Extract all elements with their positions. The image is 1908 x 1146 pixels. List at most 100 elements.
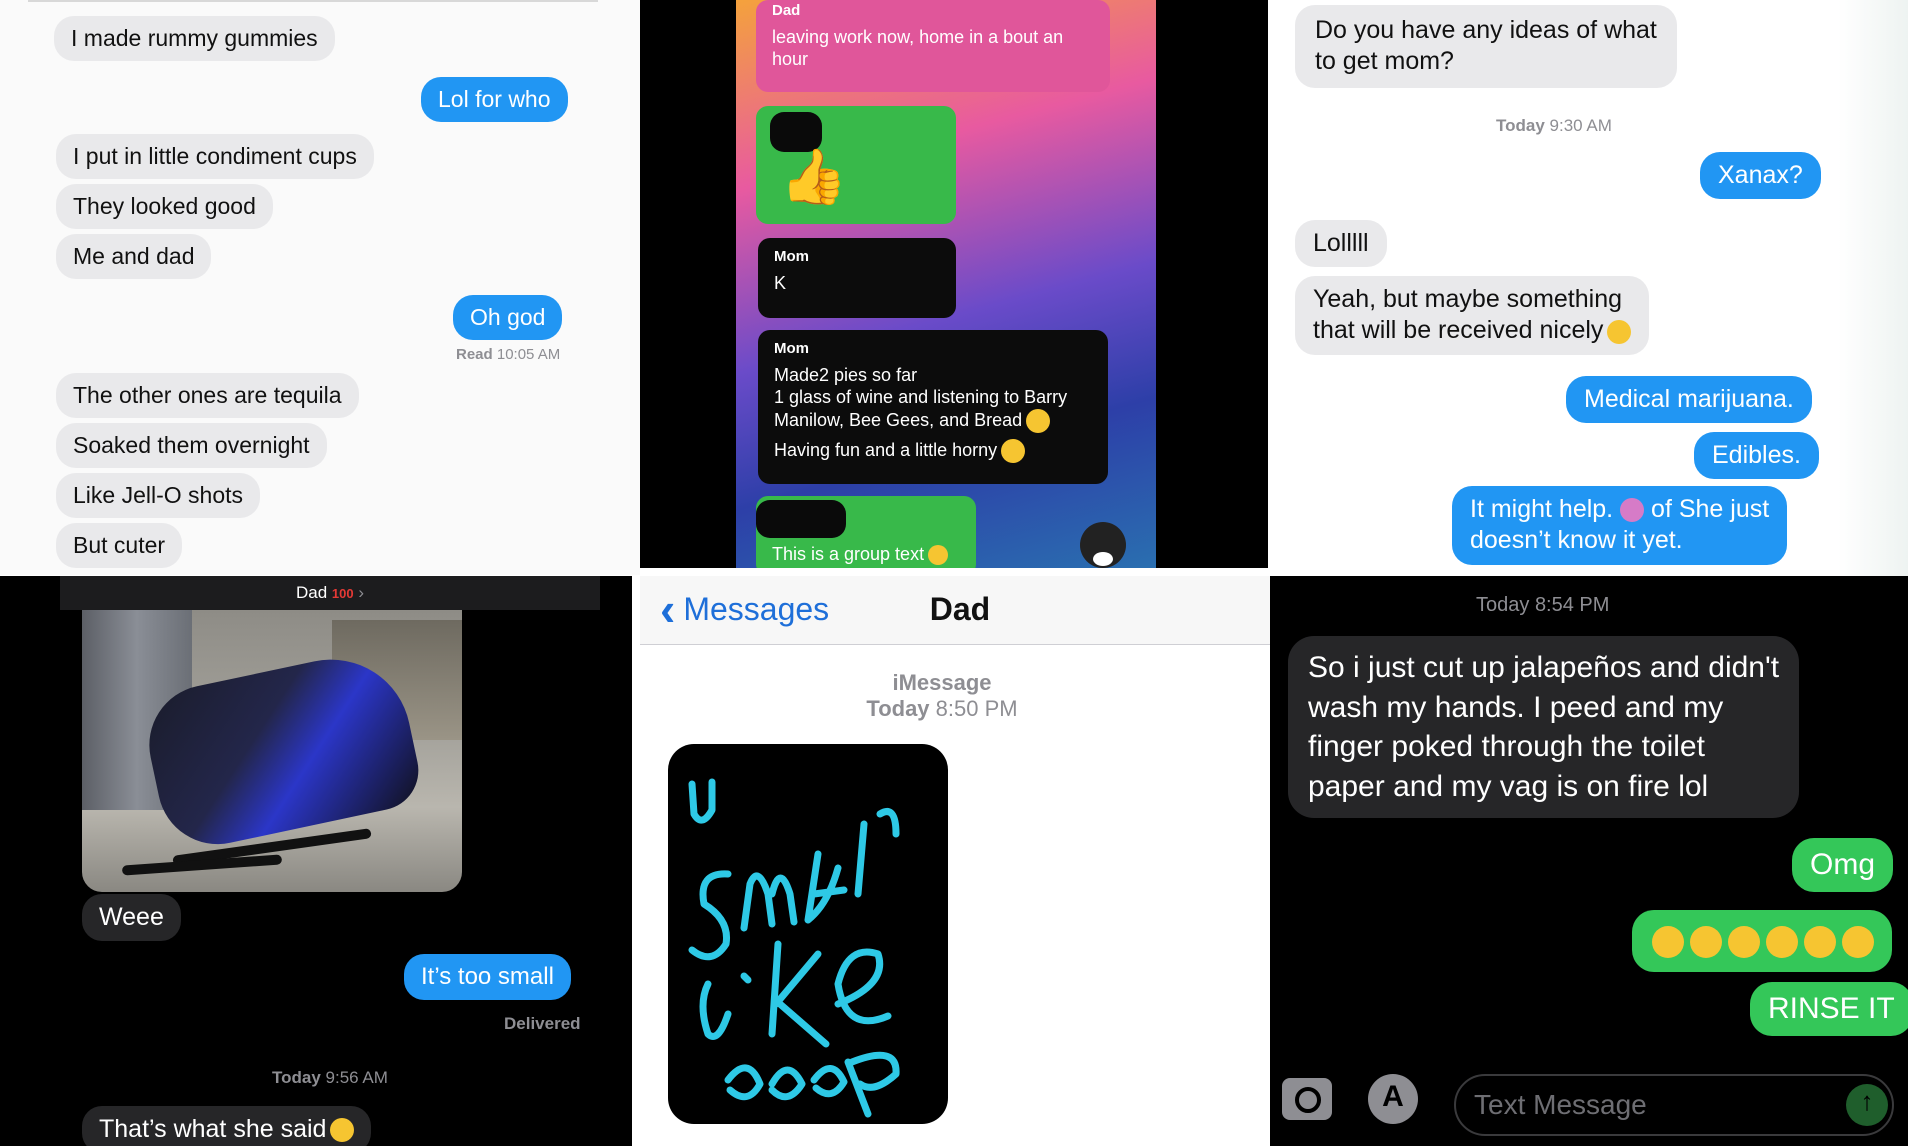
message-line: to get mom? [1315, 47, 1454, 76]
message-bubble[interactable]: The other ones are tequila [56, 373, 359, 418]
timestamp-day: Today [866, 696, 930, 721]
chevron-left-icon: ‹ [660, 583, 676, 635]
chevron-right-icon: › [358, 583, 365, 602]
read-time: 10:05 AM [496, 346, 561, 363]
message-bubble[interactable]: But cuter [56, 523, 183, 568]
timestamp: Today 8:54 PM [1476, 594, 1609, 617]
message-line: doesn’t know it yet. [1470, 526, 1683, 555]
camera-button[interactable] [1282, 1078, 1332, 1120]
read-receipt: Read 10:05 AM [456, 346, 560, 363]
back-label: Messages [683, 590, 830, 627]
message-text: That’s what she said [99, 1115, 327, 1143]
message-line: K [774, 273, 787, 293]
scribble-icon [688, 778, 900, 1118]
thumbs-up-icon: 👍 [780, 147, 848, 207]
message-bubble[interactable]: Edibles. [1694, 432, 1819, 480]
send-button[interactable]: ↑ [1846, 1084, 1888, 1126]
camera-icon [1295, 1087, 1321, 1113]
sender-name: Dad [772, 2, 801, 19]
message-text: This is a group text [772, 544, 925, 564]
message-bubble[interactable]: Omg [1792, 838, 1894, 892]
message-text: It might help. [1470, 495, 1614, 523]
app-store-icon: A [1382, 1080, 1404, 1113]
timestamp-day: Today [272, 1068, 321, 1087]
smiling-face-icon [1026, 408, 1051, 433]
timestamp-time: 9:30 AM [1549, 116, 1612, 135]
message-bubble[interactable]: It might help. of She just doesn’t know … [1452, 486, 1788, 565]
kissing-face-icon [1001, 438, 1026, 463]
contact-header[interactable]: Dad 100 › [60, 576, 600, 610]
sender-name: Mom [774, 340, 809, 357]
snowmobile-photo[interactable] [82, 610, 462, 892]
message-bubble[interactable]: They looked good [56, 184, 273, 229]
message-line: leaving work now, home in a bout an [772, 27, 1064, 47]
message-bubble[interactable]: Me and dad [56, 234, 212, 279]
timestamp: Today 8:50 PM [732, 696, 1152, 722]
message-bubble[interactable]: It’s too small [404, 954, 571, 1000]
message-bubble[interactable]: Yeah, but maybe something that will be r… [1295, 276, 1650, 355]
back-button[interactable]: ‹ Messages [660, 584, 829, 634]
handwritten-drawing[interactable] [668, 744, 948, 1124]
message-line: finger poked through the toilet [1308, 730, 1705, 764]
woman-tipping-hand-icon [1620, 498, 1645, 523]
message-line: wash my hands. I peed and my [1308, 690, 1724, 724]
timestamp-time: 9:56 AM [325, 1068, 388, 1087]
timestamp-day: Today [1476, 594, 1530, 616]
message-bubble[interactable]: RINSE IT [1750, 982, 1908, 1036]
message-line: Yeah, but maybe something [1313, 285, 1623, 313]
message-bubble[interactable]: Medical marijuana. [1566, 376, 1812, 424]
message-bubble[interactable]: So i just cut up jalapeños and didn't wa… [1288, 636, 1800, 819]
message-bubble[interactable]: Lol for who [421, 77, 568, 122]
message-line: 1 glass of wine and listening to Barry [774, 386, 1068, 407]
service-label: iMessage [892, 670, 992, 695]
message-bubble[interactable]: Like Jell-O shots [56, 473, 261, 518]
panel-group-chat: Dad leaving work now, home in a bout an … [640, 0, 1268, 568]
message-bubble[interactable]: I put in little condiment cups [56, 134, 374, 179]
rolling-laughing-face-icon [1728, 926, 1760, 959]
message-bubble[interactable]: That’s what she said [82, 1106, 372, 1146]
text-message-input[interactable]: Text Message ↑ [1454, 1074, 1894, 1136]
message-bubble[interactable]: Oh god [453, 295, 563, 340]
message-line: that will be received nicely [1313, 315, 1632, 346]
message-line: paper and my vag is on fire lol [1308, 769, 1709, 803]
input-placeholder: Text Message [1474, 1089, 1647, 1120]
group-message-thumbs[interactable]: 👍 [756, 106, 956, 224]
scroll-down-button[interactable] [1080, 522, 1126, 568]
timestamp-time: 8:54 PM [1534, 594, 1610, 616]
panel-drawing-message: ‹ Messages Dad iMessage Today 8:50 PM [632, 576, 1270, 1146]
message-bubble[interactable]: Lolllll [1295, 220, 1387, 268]
message-bubble[interactable]: I made rummy gummies [54, 16, 335, 61]
redacted-name [756, 500, 846, 538]
message-bubble[interactable]: Weee [82, 894, 181, 942]
message-bubble[interactable]: Soaked them overnight [56, 423, 327, 468]
timestamp: Today 9:30 AM [1496, 116, 1612, 136]
read-label: Read [456, 346, 493, 363]
group-message-mom[interactable]: Mom K [758, 238, 956, 318]
contact-name: Dad [295, 583, 328, 602]
message-text: that will be received nicely [1313, 316, 1604, 345]
message-bubble[interactable] [1632, 910, 1892, 972]
message-bubble[interactable]: Xanax? [1700, 152, 1821, 200]
panel-jalapenos: Today 8:54 PM So i just cut up jalapeños… [1270, 576, 1908, 1146]
message-line: Do you have any ideas of what [1315, 16, 1657, 44]
panel-edge-shade [1838, 0, 1908, 576]
delivered-status: Delivered [504, 1014, 581, 1033]
timestamp-day: Today [1496, 116, 1545, 135]
timestamp-time: 8:50 PM [935, 696, 1018, 721]
rolling-laughing-face-icon [1766, 926, 1798, 959]
group-message-green[interactable]: This is a group text [756, 496, 976, 568]
group-message-mom[interactable]: Mom Made2 pies so far 1 glass of wine an… [758, 330, 1108, 484]
message-text: Having fun and a little horny [774, 439, 998, 460]
redacted-name [770, 112, 822, 152]
rolling-laughing-face-icon [1842, 926, 1874, 959]
rolling-laughing-face-icon [1652, 926, 1684, 959]
app-store-button[interactable]: A [1368, 1074, 1418, 1124]
group-message-dad[interactable]: Dad leaving work now, home in a bout an … [756, 0, 1110, 92]
message-text: of She just [1651, 495, 1770, 523]
message-bubble[interactable]: Do you have any ideas of what to get mom… [1295, 5, 1677, 88]
divider [28, 0, 598, 2]
weary-face-icon [928, 545, 949, 566]
message-line: It might help. of She just [1470, 494, 1769, 525]
message-line: Manilow, Bee Gees, and Bread [774, 408, 1092, 433]
message-line: hour [772, 48, 809, 69]
